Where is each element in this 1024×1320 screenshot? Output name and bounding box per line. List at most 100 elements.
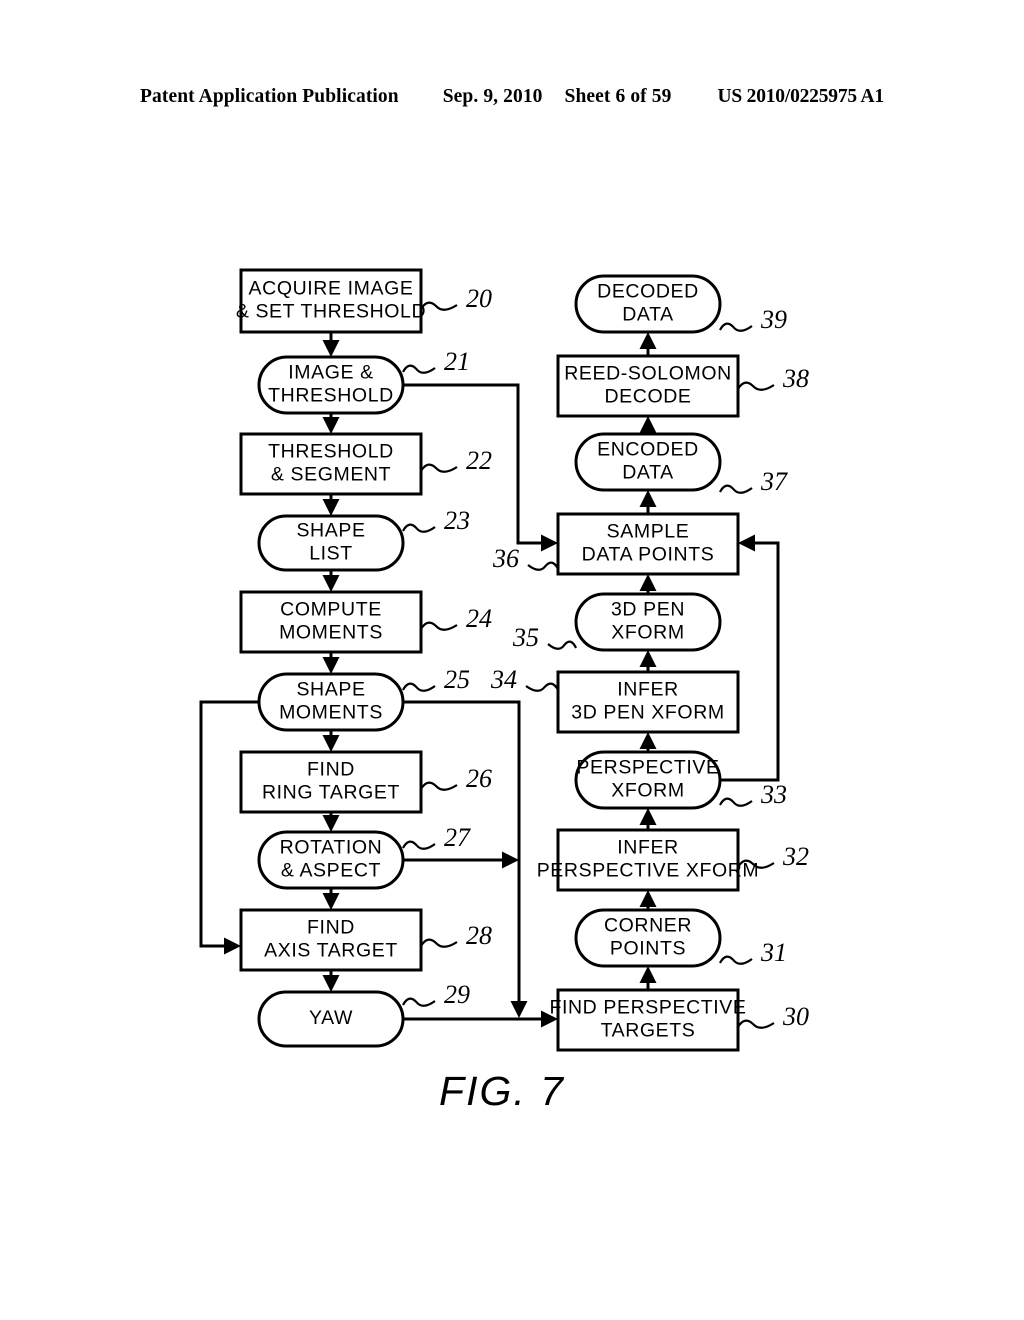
reference-numeral-34: 34 — [490, 665, 559, 694]
reference-leader-line — [719, 484, 753, 494]
edge-26-to-27 — [322, 812, 340, 832]
reference-numeral-22: 22 — [420, 446, 492, 475]
reference-numeral-text: 36 — [492, 544, 519, 573]
reference-numeral-24: 24 — [420, 604, 492, 633]
flow-node-33: PERSPECTIVEXFORM — [574, 750, 722, 810]
reference-numeral-text: 37 — [760, 467, 788, 496]
flowchart-canvas: ACQUIRE IMAGE& SET THRESHOLDIMAGE &THRES… — [199, 268, 809, 1114]
flow-node-label: DATA — [622, 304, 674, 326]
flow-node-label: DATA — [622, 462, 674, 484]
flow-node-25: SHAPEMOMENTS — [257, 672, 405, 732]
flow-node-39: DECODEDDATA — [574, 274, 722, 334]
reference-numeral-26: 26 — [420, 764, 492, 793]
edge-27-to-28 — [322, 888, 340, 910]
reference-numeral-text: 29 — [444, 980, 470, 1009]
edge-27-to-trunk — [403, 851, 519, 869]
reference-numeral-text: 38 — [782, 364, 809, 393]
reference-numeral-39: 39 — [719, 305, 787, 334]
flow-node-label: & SEGMENT — [271, 464, 391, 486]
reference-numeral-text: 21 — [444, 347, 470, 376]
flow-node-23: SHAPELIST — [257, 514, 405, 572]
flow-node-label: PERSPECTIVE — [576, 757, 719, 779]
flow-node-label: COMPUTE — [280, 599, 382, 621]
reference-numeral-text: 26 — [466, 764, 492, 793]
flow-node-label: RING TARGET — [262, 782, 400, 804]
edge-37-to-38 — [639, 416, 657, 434]
flow-node-label: REED-SOLOMON — [564, 363, 732, 385]
reference-numeral-text: 23 — [444, 506, 470, 535]
reference-leader-line — [547, 640, 577, 650]
flow-node-label: FIND — [307, 759, 355, 781]
flow-node-21: IMAGE &THRESHOLD — [257, 355, 405, 415]
reference-leader-line — [402, 840, 436, 850]
reference-leader-line — [737, 381, 775, 391]
figure-caption: FIG. 7 — [439, 1068, 565, 1114]
reference-numeral-33: 33 — [719, 780, 787, 809]
flow-node-label: MOMENTS — [279, 622, 383, 644]
edge-35-to-36 — [639, 574, 657, 594]
flow-node-label: SHAPE — [296, 679, 365, 701]
reference-leader-line — [420, 463, 458, 473]
edge-23-to-24 — [322, 570, 340, 592]
flow-node-label: ENCODED — [597, 439, 699, 461]
flow-node-24: COMPUTEMOMENTS — [239, 590, 423, 654]
edge-30-to-31 — [639, 966, 657, 990]
flow-node-28: FINDAXIS TARGET — [239, 908, 423, 972]
flow-node-label: CORNER — [604, 915, 692, 937]
edge-36-to-37 — [639, 490, 657, 514]
reference-numeral-27: 27 — [402, 823, 471, 852]
flow-node-label: INFER — [617, 679, 679, 701]
reference-numeral-text: 33 — [760, 780, 787, 809]
flow-node-label: SHAPE — [296, 520, 365, 542]
flow-node-29: YAW — [257, 990, 405, 1048]
reference-numeral-23: 23 — [402, 506, 470, 535]
flow-node-label: ACQUIRE IMAGE — [249, 278, 414, 300]
reference-numeral-text: 30 — [782, 1002, 809, 1031]
flow-node-label: FIND — [307, 917, 355, 939]
flow-node-label: XFORM — [611, 780, 684, 802]
flow-node-38: REED-SOLOMONDECODE — [556, 354, 740, 418]
reference-numeral-text: 32 — [782, 842, 809, 871]
edge-22-to-23 — [322, 494, 340, 516]
edge-20-to-21 — [322, 332, 340, 357]
reference-numeral-28: 28 — [420, 921, 492, 950]
reference-numeral-20: 20 — [420, 284, 492, 313]
reference-numeral-text: 28 — [466, 921, 492, 950]
flow-node-35: 3D PENXFORM — [574, 592, 722, 652]
edge-28-to-29 — [322, 970, 340, 992]
flow-node-label: PERSPECTIVE XFORM — [537, 860, 760, 882]
edge-24-to-25 — [322, 652, 340, 674]
reference-numeral-36: 36 — [492, 544, 559, 573]
reference-numeral-21: 21 — [402, 347, 470, 376]
flow-node-label: AXIS TARGET — [264, 940, 398, 962]
reference-leader-line — [737, 1019, 775, 1029]
reference-numeral-text: 35 — [512, 623, 539, 652]
flow-node-label: FIND PERSPECTIVE — [549, 997, 746, 1019]
reference-leader-line — [402, 997, 436, 1007]
edge-33-to-34 — [639, 732, 657, 752]
edge-29-to-30 — [403, 1010, 558, 1028]
flow-node-label: & ASPECT — [281, 860, 381, 882]
reference-leader-line — [527, 561, 559, 571]
reference-leader-line — [420, 781, 458, 791]
reference-numeral-37: 37 — [719, 467, 788, 496]
flow-node-label: YAW — [309, 1007, 353, 1029]
flow-node-label: DECODED — [597, 281, 699, 303]
edge-21-to-22 — [322, 413, 340, 434]
reference-leader-line — [420, 301, 458, 311]
edge-38-to-39 — [639, 332, 657, 356]
flow-node-label: SAMPLE — [607, 521, 690, 543]
flow-node-label: MOMENTS — [279, 702, 383, 724]
reference-numeral-30: 30 — [737, 1002, 809, 1031]
reference-leader-line — [525, 682, 559, 692]
edge-32-to-33 — [639, 808, 657, 830]
flow-node-22: THRESHOLD& SEGMENT — [239, 432, 423, 496]
reference-leader-line — [719, 322, 753, 332]
reference-numeral-text: 25 — [444, 665, 470, 694]
reference-leader-line — [719, 955, 753, 965]
flow-node-label: LIST — [309, 543, 353, 565]
reference-numeral-31: 31 — [719, 938, 787, 967]
flow-node-label: IMAGE & — [288, 362, 373, 384]
flow-node-34: INFER3D PEN XFORM — [556, 670, 740, 734]
edge-25-to-26 — [322, 730, 340, 752]
